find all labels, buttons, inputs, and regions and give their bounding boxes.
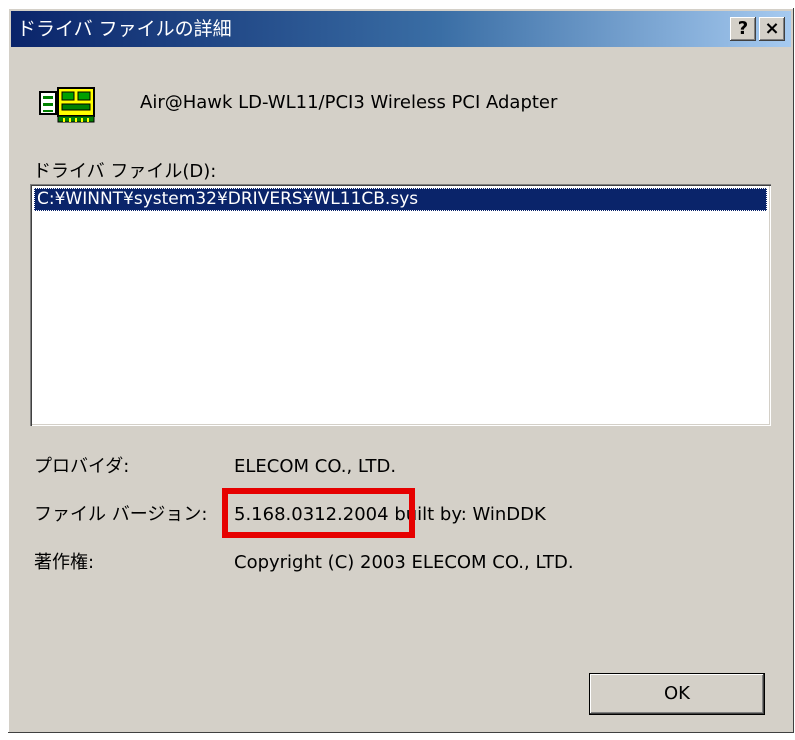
version-highlight-box: [222, 488, 415, 538]
list-item[interactable]: C:¥WINNT¥system32¥DRIVERS¥WL11CB.sys: [34, 188, 767, 211]
ok-button[interactable]: OK: [590, 674, 764, 714]
driver-files-label: ドライバ ファイル(D):: [33, 161, 217, 182]
provider-label: プロバイダ:: [34, 456, 130, 477]
copyright-label: 著作権:: [34, 552, 95, 573]
provider-value: ELECOM CO., LTD.: [234, 456, 397, 477]
close-button[interactable]: ×: [759, 17, 785, 41]
window-title: ドライバ ファイルの詳細: [17, 18, 232, 40]
help-button[interactable]: ?: [730, 17, 756, 41]
file-version-label: ファイル バージョン:: [34, 504, 208, 525]
network-card-icon: [39, 87, 95, 123]
title-bar[interactable]: ドライバ ファイルの詳細 ? ×: [11, 11, 791, 47]
copyright-value: Copyright (C) 2003 ELECOM CO., LTD.: [234, 552, 574, 573]
device-name: Air@Hawk LD-WL11/PCI3 Wireless PCI Adapt…: [140, 92, 558, 113]
driver-files-list[interactable]: C:¥WINNT¥system32¥DRIVERS¥WL11CB.sys: [30, 184, 771, 426]
